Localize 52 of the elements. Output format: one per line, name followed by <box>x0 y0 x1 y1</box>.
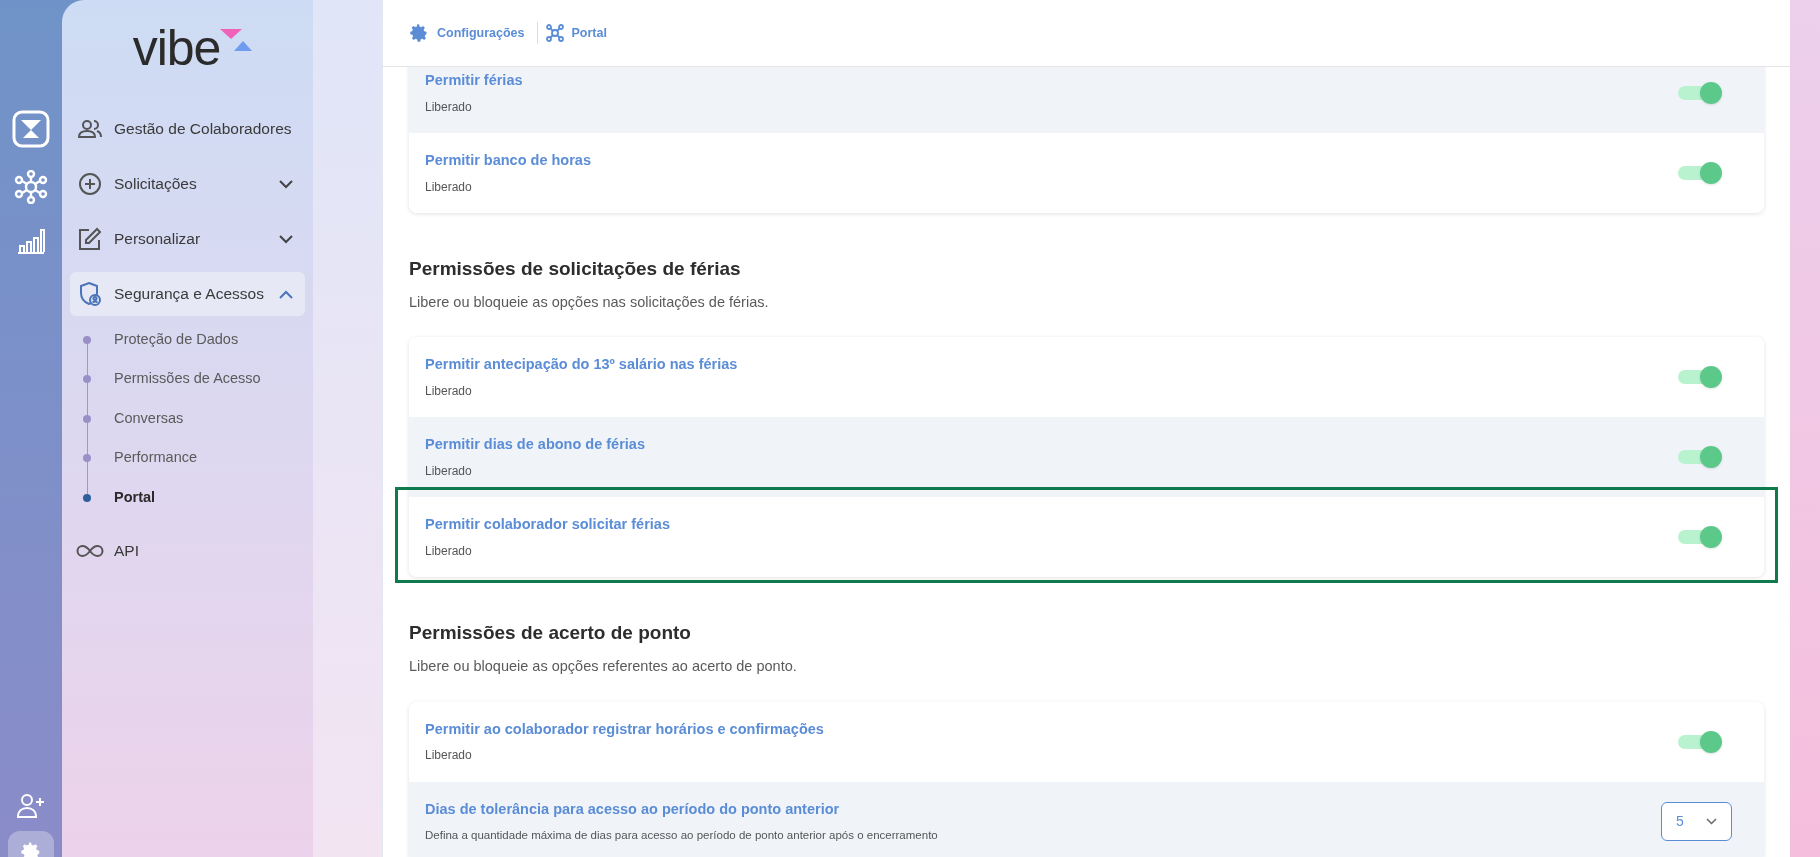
setting-title: Permitir antecipação do 13º salário nas férias <box>425 355 739 375</box>
setting-description: Liberado <box>425 98 473 116</box>
section-heading: Permissões de acerto de ponto <box>409 621 692 646</box>
subnav-item[interactable]: Permissões de Acesso <box>114 368 261 391</box>
number-select[interactable]: 5 <box>1661 802 1732 841</box>
people-icon <box>78 119 102 139</box>
section-description: Libere ou bloqueie as opções referentes ao acerto de ponto. <box>409 656 798 676</box>
nav-item[interactable]: API <box>70 528 305 573</box>
setting-description: Liberado <box>425 383 473 401</box>
network-icon <box>545 24 564 42</box>
edit-icon <box>77 227 103 251</box>
setting-title: Dias de tolerância para acesso ao período do ponto anterior <box>425 800 841 819</box>
nav-label: Gestão de Colaboradores <box>114 119 293 140</box>
nav-item[interactable]: Gestão de Colaboradores <box>70 107 305 151</box>
settings-icon <box>20 841 42 857</box>
setting-description: Liberado <box>425 543 473 561</box>
setting-title: Permitir dias de abono de férias <box>425 435 646 455</box>
setting-title: Permitir colaborador solicitar férias <box>425 515 671 535</box>
chevron-down-icon <box>1706 818 1717 825</box>
section-description: Libere ou bloqueie as opções nas solicitações de férias. <box>409 292 770 312</box>
section-heading: Permissões de solicitações de férias <box>409 257 742 281</box>
app-logo-icon[interactable] <box>12 110 50 148</box>
bar-chart-icon[interactable] <box>16 226 46 254</box>
settings-icon <box>409 23 429 43</box>
setting-description: Liberado <box>425 747 473 765</box>
infinity-icon <box>76 543 104 558</box>
nav-label: Solicitações <box>114 174 198 195</box>
shield-user-icon <box>78 281 102 307</box>
nav-item[interactable]: Segurança e Acessos <box>70 272 305 316</box>
setting-title: Permitir férias <box>425 71 524 91</box>
logo-text: vibe <box>132 23 221 73</box>
subnav-item[interactable]: Proteção de Dados <box>114 328 239 351</box>
nav-label: Segurança e Acessos <box>114 284 265 305</box>
breadcrumb-link[interactable]: Portal <box>571 23 607 43</box>
toggle-switch[interactable] <box>1678 160 1722 186</box>
subnav-item[interactable]: Performance <box>114 447 197 470</box>
add-user-icon[interactable] <box>16 793 46 819</box>
setting-title: Permitir ao colaborador registrar horários e confirmações <box>425 719 825 739</box>
setting-description: Liberado <box>425 178 473 196</box>
nav-label: API <box>114 540 140 561</box>
toggle-switch[interactable] <box>1678 80 1722 106</box>
nav-item[interactable]: Solicitações <box>70 162 305 206</box>
breadcrumb-link[interactable]: Configurações <box>437 23 525 43</box>
subnav-item[interactable]: Conversas <box>114 407 184 430</box>
plus-circle-icon <box>78 172 102 196</box>
network-icon[interactable] <box>14 170 48 204</box>
nav-label: Personalizar <box>114 229 202 250</box>
setting-title: Permitir banco de horas <box>425 151 592 171</box>
setting-description: Liberado <box>425 463 473 481</box>
subnav-item[interactable]: Portal <box>114 486 156 509</box>
setting-description: Defina a quantidade máxima de dias para acesso ao período de ponto anterior após o encerramento <box>425 827 939 843</box>
nav-item[interactable]: Personalizar <box>70 217 305 261</box>
